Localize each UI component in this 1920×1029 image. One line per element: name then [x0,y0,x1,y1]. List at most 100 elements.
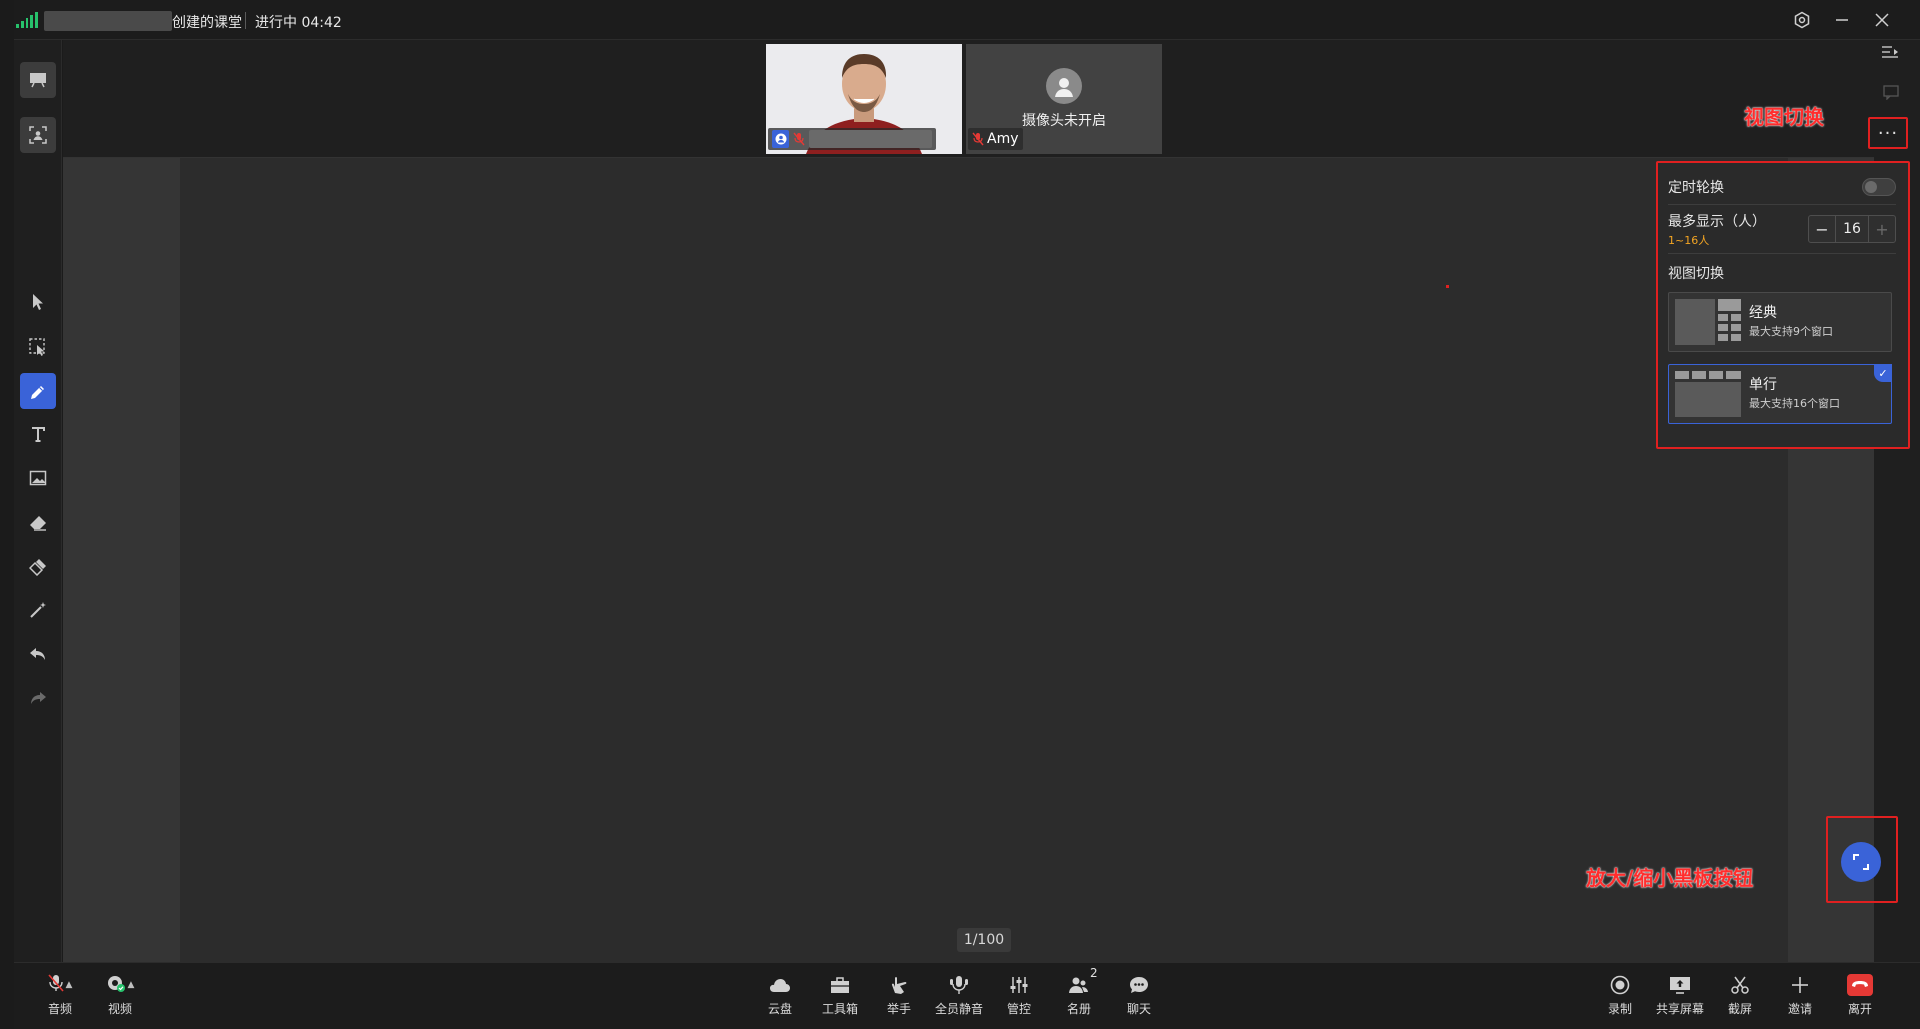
record-label: 录制 [1607,1002,1632,1016]
more-dots-icon: ··· [1877,122,1899,144]
minimize-icon[interactable] [1830,8,1854,32]
roster-count-badge: 2 [1090,966,1098,980]
chat-icon [1130,977,1148,993]
clear-brush-icon[interactable] [20,549,56,585]
view-option-single-row[interactable]: 单行 最大支持16个窗口 ✓ [1668,364,1892,424]
image-tool-icon[interactable] [20,460,56,496]
view-option-title: 经典 [1749,305,1777,321]
share-screen-icon [1670,977,1690,994]
pen-tool-icon[interactable] [20,373,56,409]
roster-button[interactable]: 2 名册 [1051,966,1107,1022]
blackboard-tool-icon[interactable] [20,62,56,98]
selected-check-icon: ✓ [1874,364,1892,382]
share-screen-button[interactable]: 共享屏幕 [1652,972,1708,1022]
cloud-icon [770,979,790,992]
timed-rotation-label: 定时轮换 [1668,180,1724,196]
select-pointer-icon[interactable] [20,284,56,320]
expand-icon [1853,854,1869,870]
collapse-list-icon[interactable] [1880,44,1902,62]
camera-off-text: 摄像头未开启 [1022,113,1106,129]
max-display-value[interactable]: 16 [1835,216,1869,242]
roster-icon [1069,977,1088,993]
redo-icon [20,680,56,716]
classroom-title: 创建的课堂 [172,15,242,31]
chat-button[interactable]: 聊天 [1111,972,1167,1022]
screen-share-tool-icon[interactable] [20,117,56,153]
avatar-placeholder-icon [1046,68,1082,104]
mute-all-label: 全员静音 [934,1002,983,1016]
controls-icon [1010,977,1028,993]
max-display-hint: 1~16人 [1668,233,1710,247]
camera-icon [106,974,126,996]
max-display-label: 最多显示（人） [1668,213,1766,230]
chat-label: 聊天 [1126,1002,1151,1016]
invite-label: 邀请 [1787,1002,1812,1016]
mic-muted-icon [972,132,984,146]
view-option-subtitle: 最大支持16个窗口 [1749,397,1840,410]
pen-dot [1446,285,1449,288]
participant-nameplate [768,128,936,150]
timed-rotation-toggle[interactable] [1862,178,1896,196]
decrement-button[interactable]: − [1809,216,1835,242]
page-indicator: 1/100 [957,928,1011,952]
controls-button[interactable]: 管控 [991,972,1047,1022]
mute-all-icon [950,976,968,994]
record-icon [1610,975,1630,995]
participant-name-redacted [809,130,932,148]
message-icon[interactable] [1882,84,1902,102]
invite-icon [1792,977,1808,993]
title-redacted [44,11,172,31]
magic-wand-icon[interactable] [20,592,56,628]
raise-hand-icon [891,977,907,994]
settings-icon[interactable] [1790,8,1814,32]
caret-up-icon[interactable]: ▲ [128,980,135,990]
max-display-stepper[interactable]: − 16 + [1808,215,1896,243]
audio-label: 音频 [47,1002,72,1016]
video-button[interactable]: ▲ 视频 [92,972,148,1022]
zoom-board-button[interactable] [1841,842,1881,882]
left-toolbar [14,40,62,962]
video-tile[interactable] [766,44,962,154]
undo-icon[interactable] [20,636,56,672]
more-options-button[interactable]: ··· [1868,117,1908,149]
close-icon[interactable] [1870,8,1894,32]
text-tool-icon[interactable] [20,416,56,452]
leave-icon [1847,974,1873,996]
participant-nameplate: Amy [968,128,1023,150]
mic-muted-icon [793,132,805,146]
view-settings-content: 定时轮换 最多显示（人） 1~16人 − 16 + 视图切换 经典 最大支持9个… [1668,170,1896,424]
toolbox-icon [831,977,849,993]
participant-name: Amy [987,131,1019,147]
screenshot-button[interactable]: 截屏 [1712,972,1768,1022]
video-label: 视频 [107,1002,132,1016]
view-option-title: 单行 [1749,377,1777,393]
raise-hand-button[interactable]: 举手 [871,972,927,1022]
classic-layout-icon [1675,299,1741,345]
title-divider [245,12,246,29]
box-select-icon[interactable] [20,329,56,365]
invite-button[interactable]: 邀请 [1772,972,1828,1022]
screenshot-label: 截屏 [1727,1002,1752,1016]
mute-all-button[interactable]: 全员静音 [931,972,987,1022]
toolbox-button[interactable]: 工具箱 [812,972,868,1022]
caret-up-icon[interactable]: ▲ [66,980,73,990]
annotation-zoom-board: 放大/缩小黑板按钮 [1586,866,1754,890]
single-row-layout-icon [1675,371,1741,417]
leave-button[interactable]: 离开 [1832,972,1888,1022]
audio-button[interactable]: ▲ 音频 [32,972,88,1022]
whiteboard-canvas[interactable] [180,158,1788,962]
eraser-icon[interactable] [20,505,56,541]
cloud-drive-label: 云盘 [767,1002,792,1016]
video-tile[interactable]: 摄像头未开启 Amy [966,44,1162,154]
teacher-badge-icon [772,130,790,148]
annotation-view-switch: 视图切换 [1744,105,1824,129]
increment-button[interactable]: + [1869,216,1895,242]
controls-label: 管控 [1006,1002,1031,1016]
cloud-drive-button[interactable]: 云盘 [752,972,808,1022]
view-switch-label: 视图切换 [1668,266,1724,282]
record-button[interactable]: 录制 [1592,972,1648,1022]
view-option-classic[interactable]: 经典 最大支持9个窗口 [1668,292,1892,352]
leave-label: 离开 [1847,1002,1872,1016]
mic-muted-icon [47,974,64,996]
share-screen-label: 共享屏幕 [1655,1002,1704,1016]
